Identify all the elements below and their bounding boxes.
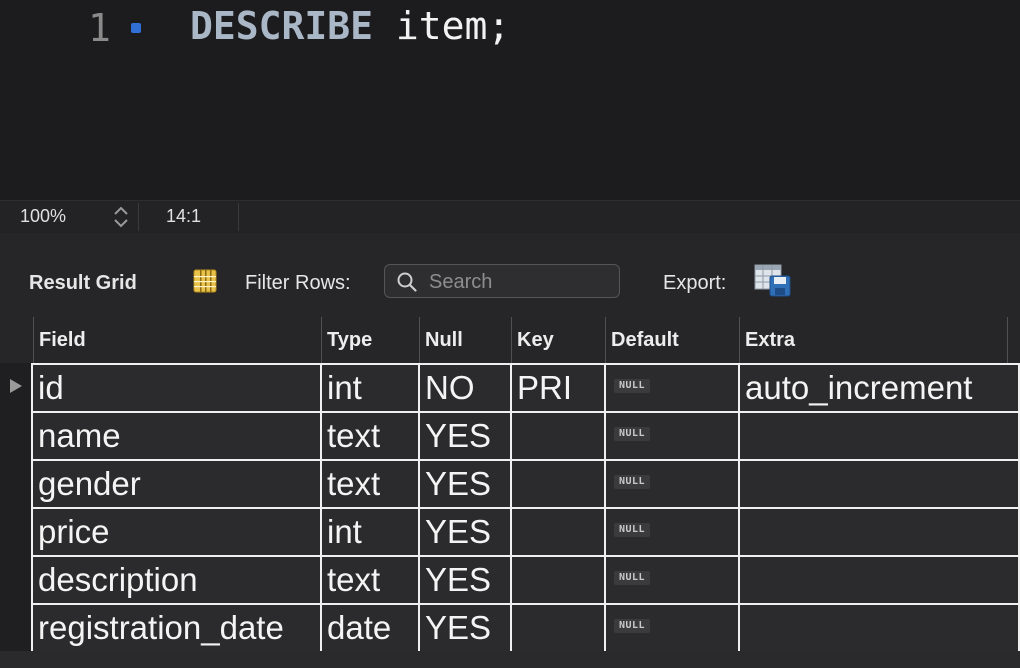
code-line[interactable]: DESCRIBE item; bbox=[190, 4, 510, 48]
grid-layout-icon[interactable] bbox=[193, 269, 217, 293]
column-header-null[interactable]: Null bbox=[420, 317, 512, 363]
cell-default[interactable]: NULL bbox=[606, 603, 740, 651]
cursor-position: 14:1 bbox=[166, 206, 202, 226]
row-gutter-header bbox=[0, 317, 34, 363]
cell-default[interactable]: NULL bbox=[606, 507, 740, 555]
cell-extra[interactable] bbox=[740, 411, 1020, 459]
cell-null[interactable]: YES bbox=[420, 507, 512, 555]
null-badge: NULL bbox=[614, 427, 651, 442]
search-icon bbox=[397, 272, 417, 292]
table-row[interactable]: registration_date date YES NULL bbox=[0, 603, 1020, 651]
cell-default[interactable]: NULL bbox=[606, 363, 740, 411]
cell-field[interactable]: description bbox=[33, 555, 322, 603]
table-row[interactable]: id int NO PRI NULL auto_increment bbox=[0, 363, 1020, 411]
cell-default[interactable]: NULL bbox=[606, 555, 740, 603]
code-text: item; bbox=[373, 4, 511, 48]
cell-key[interactable] bbox=[512, 555, 606, 603]
cell-field[interactable]: name bbox=[33, 411, 322, 459]
cell-field[interactable]: id bbox=[33, 363, 322, 411]
cell-null[interactable]: NO bbox=[420, 363, 512, 411]
result-toolbar: Result Grid Filter Rows: Export: bbox=[0, 233, 1020, 317]
cell-default[interactable]: NULL bbox=[606, 411, 740, 459]
cell-type[interactable]: date bbox=[322, 603, 420, 651]
editor-statusbar: 100% 14:1 bbox=[0, 200, 1020, 233]
cell-default[interactable]: NULL bbox=[606, 459, 740, 507]
cell-type[interactable]: text bbox=[322, 555, 420, 603]
status-divider bbox=[138, 203, 139, 231]
table-row[interactable]: name text YES NULL bbox=[0, 411, 1020, 459]
column-header-field[interactable]: Field bbox=[34, 317, 322, 363]
column-header-key[interactable]: Key bbox=[512, 317, 606, 363]
filter-rows-label: Filter Rows: bbox=[245, 272, 351, 294]
cell-key[interactable] bbox=[512, 507, 606, 555]
cell-field[interactable]: price bbox=[33, 507, 322, 555]
export-spreadsheet-icon[interactable] bbox=[754, 264, 792, 298]
cell-extra[interactable] bbox=[740, 459, 1020, 507]
cell-type[interactable]: int bbox=[322, 363, 420, 411]
row-gutter[interactable] bbox=[0, 411, 33, 459]
cell-null[interactable]: YES bbox=[420, 459, 512, 507]
cell-extra[interactable] bbox=[740, 555, 1020, 603]
filter-search-box[interactable] bbox=[384, 264, 620, 298]
null-badge: NULL bbox=[614, 571, 651, 586]
cell-null[interactable]: YES bbox=[420, 603, 512, 651]
table-row[interactable]: description text YES NULL bbox=[0, 555, 1020, 603]
cell-null[interactable]: YES bbox=[420, 555, 512, 603]
cell-key[interactable] bbox=[512, 459, 606, 507]
row-gutter[interactable] bbox=[0, 603, 33, 651]
result-grid: Field Type Null Key Default Extra id int N… bbox=[0, 317, 1020, 668]
column-header-type[interactable]: Type bbox=[322, 317, 420, 363]
zoom-stepper-icon[interactable] bbox=[110, 204, 132, 230]
cell-field[interactable]: registration_date bbox=[33, 603, 322, 651]
statement-marker-icon bbox=[131, 23, 141, 33]
null-badge: NULL bbox=[614, 475, 651, 490]
cell-type[interactable]: text bbox=[322, 411, 420, 459]
status-divider bbox=[238, 203, 239, 231]
column-header-default[interactable]: Default bbox=[606, 317, 740, 363]
row-gutter[interactable] bbox=[0, 459, 33, 507]
table-row[interactable]: price int YES NULL bbox=[0, 507, 1020, 555]
table-row[interactable]: gender text YES NULL bbox=[0, 459, 1020, 507]
row-gutter[interactable] bbox=[0, 363, 33, 411]
grid-header: Field Type Null Key Default Extra bbox=[0, 317, 1020, 363]
cell-extra[interactable]: auto_increment bbox=[740, 363, 1020, 411]
cell-extra[interactable] bbox=[740, 507, 1020, 555]
null-badge: NULL bbox=[614, 619, 651, 634]
row-gutter[interactable] bbox=[0, 507, 33, 555]
export-label: Export: bbox=[663, 272, 727, 294]
null-badge: NULL bbox=[614, 523, 651, 538]
cell-extra[interactable] bbox=[740, 603, 1020, 651]
zoom-level: 100% bbox=[20, 206, 67, 226]
sql-editor[interactable]: 1 DESCRIBE item; bbox=[0, 0, 1020, 200]
row-gutter[interactable] bbox=[0, 555, 33, 603]
result-grid-label: Result Grid bbox=[29, 272, 137, 294]
code-keyword: DESCRIBE bbox=[190, 4, 374, 48]
current-row-arrow-icon bbox=[10, 379, 22, 393]
search-input[interactable] bbox=[427, 269, 616, 295]
cell-type[interactable]: text bbox=[322, 459, 420, 507]
cell-key[interactable] bbox=[512, 411, 606, 459]
null-badge: NULL bbox=[614, 379, 651, 394]
cell-field[interactable]: gender bbox=[33, 459, 322, 507]
column-header-extra[interactable]: Extra bbox=[740, 317, 1008, 363]
cell-key[interactable] bbox=[512, 603, 606, 651]
line-number: 1 bbox=[88, 6, 111, 50]
cell-null[interactable]: YES bbox=[420, 411, 512, 459]
cell-type[interactable]: int bbox=[322, 507, 420, 555]
cell-key[interactable]: PRI bbox=[512, 363, 606, 411]
